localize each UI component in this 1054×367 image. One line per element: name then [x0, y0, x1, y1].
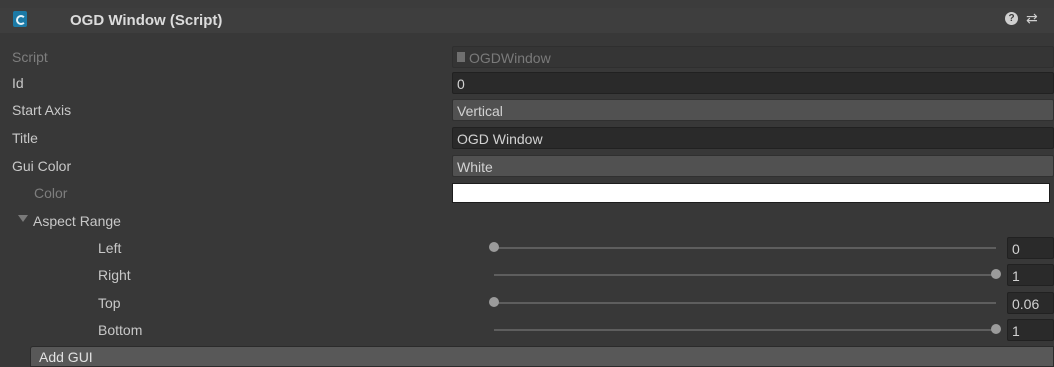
color-row: Color — [0, 180, 1054, 206]
bottom-label: Bottom — [98, 322, 143, 338]
top-value: 0.06 — [1012, 296, 1040, 312]
start-axis-value: Vertical — [457, 103, 503, 119]
right-value: 1 — [1012, 268, 1020, 284]
start-axis-dropdown[interactable]: Vertical — [452, 99, 1054, 121]
slider-row-left: Left 0 — [0, 235, 1054, 261]
id-label: Id — [12, 75, 24, 91]
start-axis-row: Start Axis Vertical — [0, 97, 1054, 123]
color-swatch[interactable] — [452, 183, 1050, 203]
left-slider-thumb[interactable] — [489, 242, 499, 252]
id-value: 0 — [457, 76, 465, 92]
gui-color-label: Gui Color — [12, 158, 72, 174]
left-slider-track[interactable] — [494, 247, 996, 249]
right-value-field[interactable]: 1 — [1007, 264, 1054, 286]
script-row: Script OGDWindow — [0, 44, 1054, 70]
right-slider-thumb[interactable] — [991, 269, 1001, 279]
color-label: Color — [34, 185, 68, 201]
script-field: OGDWindow — [452, 46, 1054, 68]
left-label: Left — [98, 240, 122, 256]
left-value-field[interactable]: 0 — [1007, 237, 1054, 259]
bottom-value: 1 — [1012, 323, 1020, 339]
right-slider-track[interactable] — [494, 274, 996, 276]
foldout-arrow-icon[interactable] — [18, 215, 28, 222]
start-axis-label: Start Axis — [12, 102, 72, 118]
help-icon[interactable]: ? — [1005, 12, 1018, 25]
title-field[interactable]: OGD Window — [452, 127, 1054, 149]
right-label: Right — [98, 267, 131, 283]
title-value: OGD Window — [457, 131, 543, 147]
slider-row-bottom: Bottom 1 — [0, 317, 1054, 343]
add-gui-label: Add GUI — [39, 349, 93, 365]
top-value-field[interactable]: 0.06 — [1007, 292, 1054, 314]
top-slider-thumb[interactable] — [489, 297, 499, 307]
top-label: Top — [98, 295, 121, 311]
aspect-range-foldout[interactable]: Aspect Range — [0, 208, 1054, 234]
gui-color-dropdown[interactable]: White — [452, 155, 1054, 177]
id-field[interactable]: 0 — [452, 72, 1054, 94]
preset-icon[interactable]: ⇄ — [1026, 10, 1038, 27]
title-row: Title OGD Window — [0, 125, 1054, 151]
slider-row-right: Right 1 — [0, 262, 1054, 288]
script-label: Script — [12, 49, 48, 65]
top-slider-track[interactable] — [494, 302, 996, 304]
bottom-slider-thumb[interactable] — [991, 324, 1001, 334]
script-icon — [13, 11, 27, 27]
slider-row-top: Top 0.06 — [0, 290, 1054, 316]
script-file-icon — [457, 52, 465, 62]
gui-color-row: Gui Color White — [0, 153, 1054, 179]
id-row: Id 0 — [0, 70, 1054, 96]
bottom-value-field[interactable]: 1 — [1007, 319, 1054, 341]
gui-color-value: White — [457, 159, 493, 175]
title-label: Title — [12, 130, 38, 146]
left-value: 0 — [1012, 241, 1020, 257]
bottom-slider-track[interactable] — [494, 329, 996, 331]
aspect-range-label: Aspect Range — [33, 213, 121, 229]
component-header[interactable]: OGD Window (Script) ? ⇄ — [0, 0, 1054, 33]
script-value: OGDWindow — [469, 50, 551, 66]
add-gui-button[interactable]: Add GUI — [30, 346, 1054, 367]
component-title: OGD Window (Script) — [70, 12, 223, 29]
